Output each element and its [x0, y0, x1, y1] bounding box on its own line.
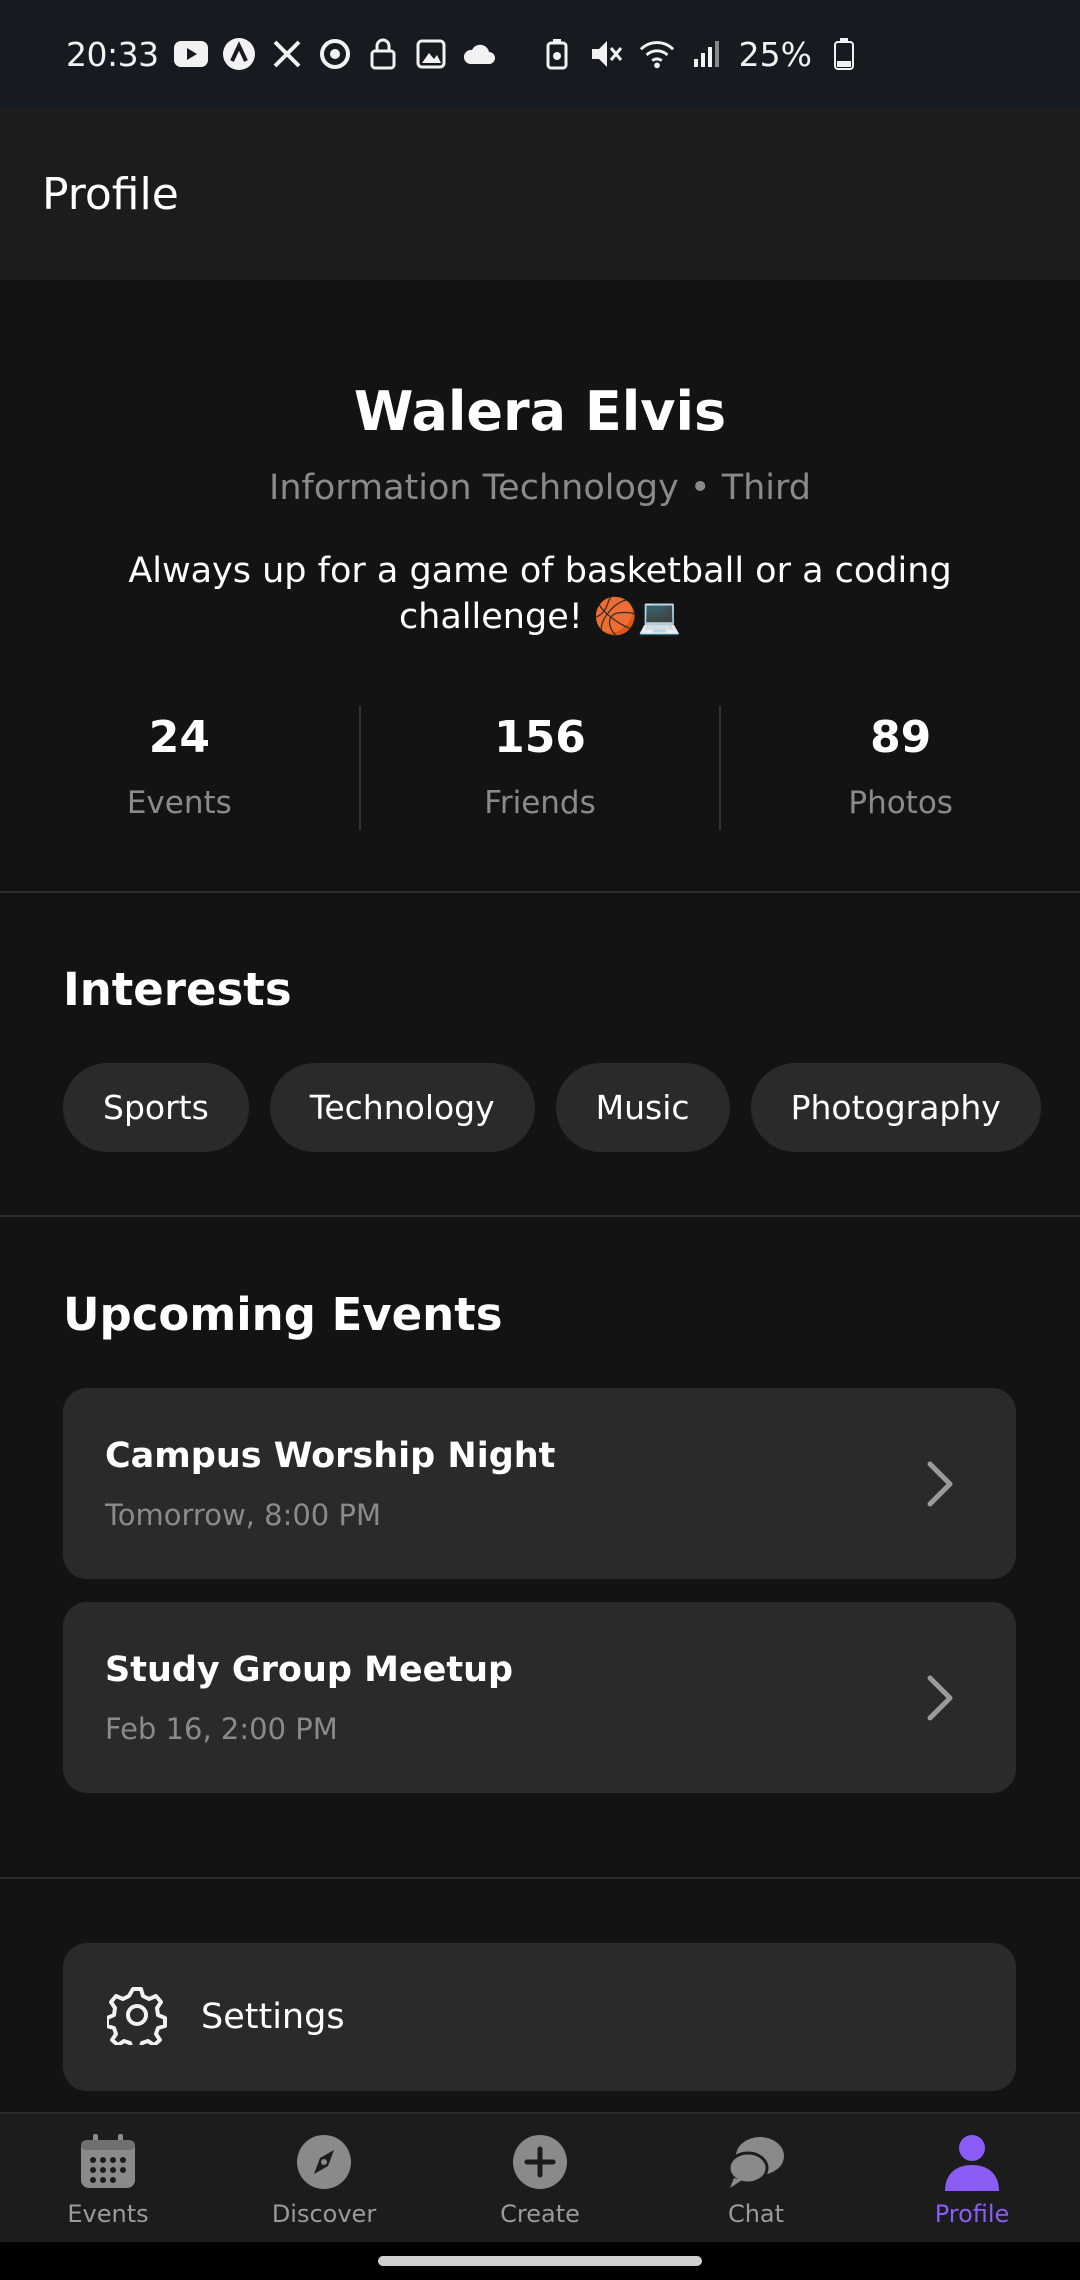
stat-events[interactable]: 24 Events	[0, 706, 359, 830]
divider	[0, 891, 1080, 893]
stat-value: 156	[494, 712, 586, 763]
nav-item-profile[interactable]: Profile	[864, 2114, 1080, 2242]
nav-label: Profile	[934, 2200, 1010, 2228]
battery-icon	[826, 36, 862, 72]
stat-label: Friends	[484, 785, 596, 821]
profile-bio: Always up for a game of basketball or a …	[128, 551, 952, 637]
event-time: Feb 16, 2:00 PM	[105, 1712, 338, 1746]
cloud-icon	[461, 36, 497, 72]
page-title: Profile	[42, 168, 179, 220]
battery-saver-icon	[539, 36, 575, 72]
chevron-right-icon	[920, 1458, 960, 1510]
stat-value: 89	[870, 712, 932, 763]
profile-subtitle: Information Technology • Third	[269, 468, 811, 508]
lock-icon	[365, 36, 401, 72]
circle-arrow-icon	[317, 36, 353, 72]
settings-button[interactable]: Settings	[63, 1943, 1016, 2091]
event-card[interactable]: Campus Worship Night Tomorrow, 8:00 PM	[63, 1388, 1016, 1579]
status-time: 20:33	[66, 34, 159, 74]
interest-chip[interactable]: Photography	[750, 1063, 1041, 1152]
divider	[0, 1215, 1080, 1217]
event-time: Tomorrow, 8:00 PM	[105, 1498, 381, 1532]
a-icon	[221, 36, 257, 72]
compass-icon	[294, 2132, 354, 2192]
upcoming-events-title: Upcoming Events	[63, 1288, 503, 1341]
app-header: Profile	[0, 108, 1080, 280]
profile-name: Walera Elvis	[353, 380, 727, 443]
mute-icon	[589, 36, 625, 72]
event-title: Campus Worship Night	[105, 1436, 556, 1476]
youtube-icon	[173, 36, 209, 72]
divider	[0, 1877, 1080, 1879]
interest-chip[interactable]: Sports	[63, 1063, 249, 1152]
chevron-right-icon	[920, 1672, 960, 1724]
profile-stats: 24 Events 156 Friends 89 Photos	[0, 706, 1080, 830]
nav-label: Events	[67, 2200, 149, 2228]
status-bar: 20:33 25%	[0, 0, 1080, 108]
stat-label: Events	[126, 785, 232, 821]
gesture-bar	[0, 2242, 1080, 2280]
signal-icon	[689, 36, 725, 72]
nav-label: Create	[500, 2200, 580, 2228]
nav-item-create[interactable]: Create	[432, 2114, 648, 2242]
stat-photos[interactable]: 89 Photos	[721, 706, 1080, 830]
interests-chips: Sports Technology Music Photography	[63, 1063, 1041, 1152]
home-indicator[interactable]	[378, 2256, 702, 2266]
nav-label: Discover	[271, 2200, 377, 2228]
x-icon	[269, 36, 305, 72]
bottom-nav: Events Discover Create Chat Profile	[0, 2112, 1080, 2242]
image-icon	[413, 36, 449, 72]
plus-circle-icon	[510, 2132, 570, 2192]
stat-label: Photos	[848, 785, 953, 821]
event-title: Study Group Meetup	[105, 1650, 514, 1690]
settings-label: Settings	[201, 1997, 345, 2037]
chat-icon	[726, 2132, 786, 2192]
wifi-icon	[639, 36, 675, 72]
interest-chip[interactable]: Technology	[269, 1063, 535, 1152]
stat-friends[interactable]: 156 Friends	[361, 706, 720, 830]
interest-chip[interactable]: Music	[555, 1063, 730, 1152]
battery-percent: 25%	[738, 34, 812, 74]
nav-item-chat[interactable]: Chat	[648, 2114, 864, 2242]
interests-title: Interests	[63, 963, 292, 1016]
calendar-icon	[78, 2132, 138, 2192]
stat-value: 24	[148, 712, 210, 763]
nav-item-discover[interactable]: Discover	[216, 2114, 432, 2242]
event-card[interactable]: Study Group Meetup Feb 16, 2:00 PM	[63, 1602, 1016, 1793]
gear-icon	[105, 1985, 167, 2052]
person-icon	[942, 2132, 1002, 2192]
nav-label: Chat	[727, 2200, 785, 2228]
nav-item-events[interactable]: Events	[0, 2114, 216, 2242]
